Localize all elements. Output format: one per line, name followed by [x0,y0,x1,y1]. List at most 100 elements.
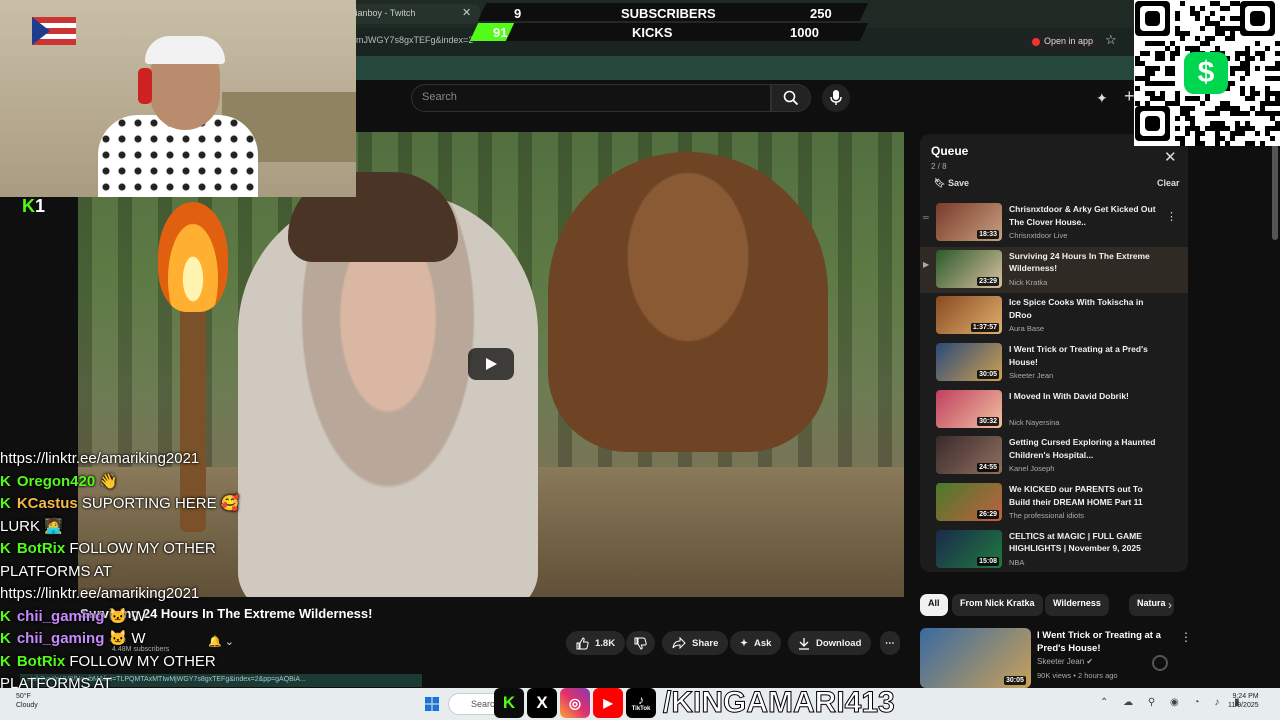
save-button[interactable]: 🔖︎ Save [934,178,969,189]
chevron-right-icon[interactable]: › [1168,598,1172,612]
tiktok-label: TikTok [631,705,651,712]
chat-username[interactable]: KCastus [17,495,78,512]
queue-item-title[interactable]: I Went Trick or Treating at a Pred's Hou… [1009,343,1159,368]
share-icon [672,637,686,649]
queue-item[interactable]: 26:29 We KICKED our PARENTS out To Build … [920,480,1188,527]
browser-tab[interactable]: asianboy - Twitch [340,4,480,24]
system-tray[interactable]: ⌃ ☁ ⚲ ◉ ◔ ♪ ▮ [1100,697,1246,708]
filter-chip[interactable]: Natura [1129,594,1174,616]
recommended-channel[interactable]: Skeeter Jean ✔ [1037,657,1093,666]
queue-item[interactable]: ▶ 23:29 Surviving 24 Hours In The Extreme … [920,246,1188,294]
queue-thumbnail[interactable]: 30:32 [936,389,1002,428]
more-options-icon[interactable]: ⋮ [1166,210,1177,223]
queue-thumbnail[interactable]: 30:05 [936,343,1002,382]
loading-spinner [1152,655,1168,671]
chat-text: FOLLOW MY OTHER [69,540,216,557]
chat-username[interactable]: chii_gaming [17,630,105,647]
queue-item[interactable]: 24:55 Getting Cursed Exploring a Haunted … [920,433,1188,480]
chat-username[interactable]: chii_gaming [17,608,105,625]
windows-start-icon[interactable] [425,697,439,716]
save-label: Save [947,178,969,188]
page-scrollbar[interactable] [1272,136,1278,240]
share-button[interactable]: Share [662,631,729,655]
chat-message: https://linktr.ee/amariking2021 [0,583,360,606]
thumbs-down-icon [634,637,647,650]
chat-message: K BotRix FOLLOW MY OTHER [0,651,360,674]
like-count: 1.8K [595,637,616,649]
share-label: Share [692,637,719,649]
kicks-label: KICKS [632,25,673,40]
address-url[interactable]: mJWGY7s8gxTEFg&index=2 [356,35,473,45]
queue-item-title[interactable]: Getting Cursed Exploring a Haunted Child… [1009,436,1159,461]
like-button[interactable]: 1.8K [566,631,626,655]
voice-search-button[interactable] [822,84,850,112]
ask-button[interactable]: ✦ Ask [730,631,782,655]
kick-icon: K [494,688,524,718]
queue-item-channel: Skeeter Jean [1009,371,1054,381]
webcam-overlay [0,0,356,197]
queue-item[interactable]: 1:37:57 Ice Spice Cooks With Tokischa in … [920,293,1188,340]
weather-widget[interactable]: 50°F Cloudy [16,692,38,710]
queue-thumbnail[interactable]: 1:37:57 [936,296,1002,335]
download-button[interactable]: Download [788,631,872,655]
queue-thumbnail[interactable]: 26:29 [936,483,1002,522]
video-duration: 23:29 [977,276,999,286]
queue-thumbnail[interactable]: 15:08 [936,529,1002,568]
subs-label: SUBSCRIBERS [621,6,716,21]
drag-handle-icon[interactable]: ═ [923,213,929,222]
kick-viewer-badge: K1 [22,196,46,216]
queue-item-title[interactable]: I Moved In With David Dobrik! [1009,390,1159,403]
queue-item-channel: Aura Base [1009,324,1045,334]
recommended-video[interactable]: 30:05 I Went Trick or Treating at a Pred… [920,628,1260,688]
subs-goal-overlay: 9 SUBSCRIBERS 250 91 KICKS 1000 [469,3,869,43]
tab-close-icon[interactable]: ✕ [462,6,471,19]
more-actions-button[interactable]: ⋯ [880,631,900,655]
filter-chip[interactable]: All [920,594,948,616]
dislike-button[interactable] [626,631,655,655]
chat-username[interactable]: BotRix [17,653,65,670]
taskbar-clock[interactable]: 9:24 PM 11/9/2025 [1228,692,1259,710]
search-input[interactable]: Search [411,84,771,112]
queue-item[interactable]: 15:08 CELTICS at MAGIC | FULL GAME HIGHLI… [920,527,1188,572]
chat-text: 🐱 W [108,607,146,625]
clear-button[interactable]: Clear [1157,178,1180,188]
recommended-title[interactable]: I Went Trick or Treating at a Pred's Hou… [1037,630,1162,655]
create-plus-icon[interactable]: + [1124,86,1135,107]
play-icon [486,358,497,370]
star-icon[interactable]: ☆ [1105,32,1117,48]
queue-item-title[interactable]: Surviving 24 Hours In The Extreme Wilder… [1009,250,1159,275]
queue-item[interactable]: 30:32 I Moved In With David Dobrik! Nick N… [920,387,1188,434]
thumbnail-bear [548,152,828,452]
ask-label: Ask [753,637,772,649]
chat-username[interactable]: BotRix [17,540,65,557]
filter-chip[interactable]: Wilderness [1045,594,1109,616]
more-options-icon[interactable]: ⋮ [1180,630,1192,644]
video-duration: 15:08 [977,556,999,566]
verified-icon: ✔ [1086,657,1094,666]
queue-item[interactable]: 30:05 I Went Trick or Treating at a Pred'… [920,340,1188,387]
queue-item-title[interactable]: CELTICS at MAGIC | FULL GAME HIGHLIGHTS … [1009,530,1159,555]
chat-text: 👋 [99,472,119,490]
chat-message: PLATFORMS AT [0,561,360,584]
mic-icon [830,90,842,105]
search-button[interactable] [771,84,811,112]
kicks-goal: 1000 [790,25,819,40]
filter-chip[interactable]: From Nick Kratka [952,594,1043,616]
queue-item[interactable]: ═ 18:33 Chrisnxtdoor & Arky Get Kicked Out… [920,200,1188,247]
close-icon[interactable]: ✕ [1164,148,1177,166]
clock-date: 11/9/2025 [1228,702,1259,709]
queue-thumbnail[interactable]: 18:33 [936,203,1002,241]
extension-icon[interactable]: ✦ [1096,90,1108,107]
queue-item-title[interactable]: Ice Spice Cooks With Tokischa in DRoo [1009,296,1159,321]
queue-item-title[interactable]: Chrisnxtdoor & Arky Get Kicked Out The C… [1009,203,1159,228]
queue-thumbnail[interactable]: 24:55 [936,436,1002,475]
play-button[interactable] [468,348,514,380]
chat-username[interactable]: Oregon420 [17,473,95,490]
tiktok-icon: ♪ TikTok [626,688,656,718]
queue-count: 2 / 8 [931,162,947,171]
subs-current: 9 [514,6,522,21]
queue-item-title[interactable]: We KICKED our PARENTS out To Build their… [1009,483,1159,508]
queue-item-channel: NBA [1009,557,1025,567]
open-in-app-button[interactable]: Open in app [1024,34,1102,50]
queue-thumbnail[interactable]: 23:29 [936,249,1002,288]
